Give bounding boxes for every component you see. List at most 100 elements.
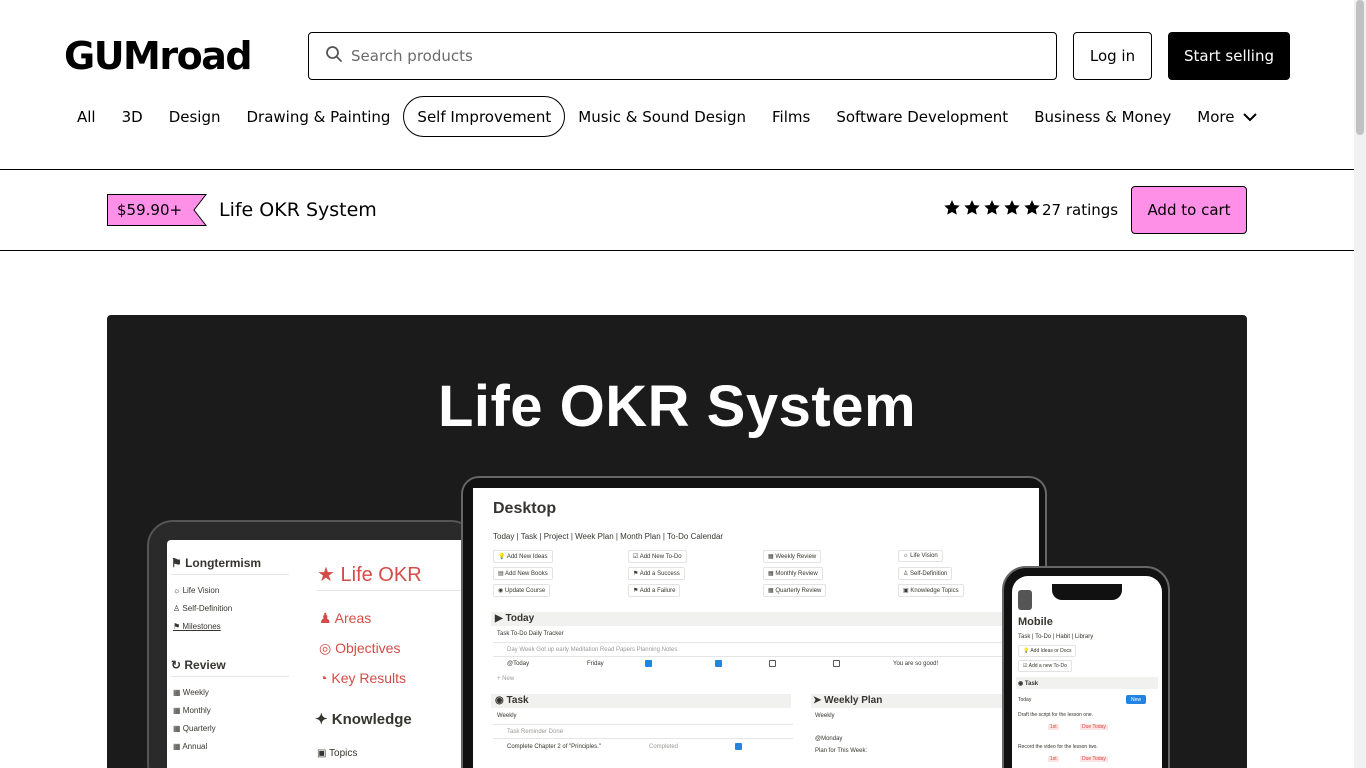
quarterly-review-button: ▦ Quarterly Review: [763, 584, 827, 597]
longtermism-heading: ⚑ Longtermism: [171, 556, 262, 570]
mobile-item-1: Draft the script for the lesson one.: [1018, 712, 1094, 718]
objectives-label: Objectives: [335, 640, 401, 656]
task-section-bar: [491, 694, 791, 708]
weekly-review-button: ▦ Weekly Review: [763, 550, 822, 563]
add-todo-button: ☑ Add a new To-Do: [1018, 660, 1072, 672]
button-label: Add New Ideas: [506, 554, 548, 560]
add-new-todo-button: ☑ Add New To-Do: [628, 550, 687, 563]
phone-mockup: Mobile Task | To-Do | Habit | Library 💡 …: [1002, 566, 1170, 768]
button-label: Add New To-Do: [639, 554, 682, 560]
gumroad-logo-mark: GUMroad: [64, 34, 253, 78]
tracker-header: Day Week Got up early Meditation Read Pa…: [507, 647, 678, 653]
star-icon: [1004, 200, 1020, 215]
today-label: Today: [505, 613, 535, 624]
today-tabs: Task To-Do Daily Tracker: [497, 631, 564, 637]
search-bar[interactable]: [308, 32, 1057, 80]
tag-due-today: Due Today: [1080, 756, 1108, 762]
monday-label: @Monday: [815, 736, 843, 742]
divider: [317, 590, 467, 591]
category-drawing-painting[interactable]: Drawing & Painting: [234, 96, 404, 137]
today-heading: ▶ Today: [495, 613, 535, 624]
task-row: Complete Chapter 2 of "Principles.": [507, 744, 601, 750]
task-label: Task: [1024, 681, 1039, 687]
category-business-money[interactable]: Business & Money: [1021, 96, 1184, 137]
more-label: More: [1197, 107, 1235, 126]
category-more[interactable]: More: [1184, 96, 1270, 137]
gumroad-logo[interactable]: GUMroad: [64, 34, 292, 85]
scrollbar-thumb[interactable]: [1356, 0, 1364, 135]
star-icon: [944, 200, 960, 215]
objectives-link: ◎ Objectives: [319, 640, 401, 656]
checkbox-checked: [645, 660, 652, 667]
tag-1st: 1st: [1048, 724, 1059, 730]
button-label: Weekly Review: [775, 554, 817, 560]
tag-due-today: Due Today: [1080, 724, 1108, 730]
start-selling-button[interactable]: Start selling: [1168, 32, 1290, 80]
add-failure-button: ⚑ Add a Failure: [628, 584, 681, 597]
quarterly-link: ▦ Quarterly: [173, 724, 216, 733]
self-definition-label: Self-Definition: [182, 604, 233, 613]
checkbox-checked: [715, 660, 722, 667]
mobile-new-button: New: [1126, 695, 1146, 704]
new-row-label: + New: [497, 676, 515, 682]
chevron-down-icon: [1243, 108, 1258, 126]
category-3d[interactable]: 3D: [109, 96, 156, 137]
ratings-count[interactable]: 27 ratings: [1042, 199, 1118, 221]
monthly-link: ▦ Monthly: [173, 706, 211, 715]
login-button[interactable]: Log in: [1073, 32, 1152, 80]
mobile-nav: Task | To-Do | Habit | Library: [1018, 634, 1094, 640]
knowledge-heading: ✦ Knowledge: [315, 711, 412, 728]
category-self-improvement[interactable]: Self Improvement: [403, 96, 566, 137]
monthly-label: Monthly: [182, 706, 211, 715]
divider: [171, 574, 289, 575]
add-ideas-docs-button: 💡 Add Ideas or Docs: [1018, 645, 1077, 657]
monthly-review-button: ▦ Monthly Review: [763, 567, 823, 580]
milestones-link: ⚑ Milestones: [173, 622, 221, 631]
review-label: Review: [184, 658, 226, 672]
button-label: Add a Failure: [639, 588, 676, 594]
laptop-screen: Desktop Today | Task | Project | Week Pl…: [473, 488, 1039, 768]
cover-title: Life OKR System: [437, 374, 917, 439]
category-films[interactable]: Films: [759, 96, 823, 137]
weekly-plan-label: Weekly Plan: [824, 695, 883, 706]
tag-1st: 1st: [1048, 756, 1059, 762]
knowledge-topics-button: ▣ Knowledge Topics: [898, 584, 964, 597]
star-icon: [1024, 200, 1040, 215]
weekly-label: Weekly: [182, 688, 209, 697]
button-label: Add a new To-Do: [1028, 663, 1067, 669]
button-label: Self-Definition: [910, 571, 948, 577]
review-heading: ↻ Review: [171, 658, 226, 672]
phone-notch: [1052, 584, 1122, 600]
today-section-bar: [491, 612, 1031, 626]
add-to-cart-button[interactable]: Add to cart: [1131, 186, 1247, 234]
divider: [493, 724, 793, 725]
add-new-books-button: ▤ Add New Books: [493, 567, 553, 580]
button-label: Knowledge Topics: [910, 588, 959, 594]
button-label: Life Vision: [910, 553, 938, 559]
button-label: Add a Success: [639, 571, 680, 577]
knowledge-label: Knowledge: [331, 711, 412, 728]
divider: [493, 642, 1013, 643]
mobile-today-tab: Today: [1018, 697, 1032, 703]
divider: [493, 656, 1013, 657]
button-label: Add New Books: [505, 571, 548, 577]
price-label: $59.90+: [107, 194, 192, 226]
search-input[interactable]: [351, 47, 991, 65]
task-weekly-tab: Weekly: [497, 713, 517, 719]
task-label: Task: [506, 695, 529, 706]
self-definition-link: ♙ Self-Definition: [173, 604, 233, 613]
category-all[interactable]: All: [64, 96, 109, 137]
weekly-plan-heading: ➤ Weekly Plan: [813, 695, 883, 706]
category-music-sound-design[interactable]: Music & Sound Design: [565, 96, 759, 137]
areas-label: Areas: [334, 610, 372, 626]
key-results-label: Key Results: [331, 670, 407, 686]
button-label: Update Course: [504, 588, 546, 594]
button-label: Monthly Review: [775, 571, 818, 577]
category-software-development[interactable]: Software Development: [823, 96, 1021, 137]
category-design[interactable]: Design: [156, 96, 234, 137]
tracker-note: You are so good!: [893, 661, 939, 667]
quarterly-label: Quarterly: [182, 724, 216, 733]
button-label: Add Ideas or Docs: [1030, 648, 1072, 654]
product-cover-image[interactable]: Life OKR System ⚑ Longtermism ☼ Life Vis…: [107, 315, 1247, 768]
milestones-label: Milestones: [182, 622, 221, 631]
